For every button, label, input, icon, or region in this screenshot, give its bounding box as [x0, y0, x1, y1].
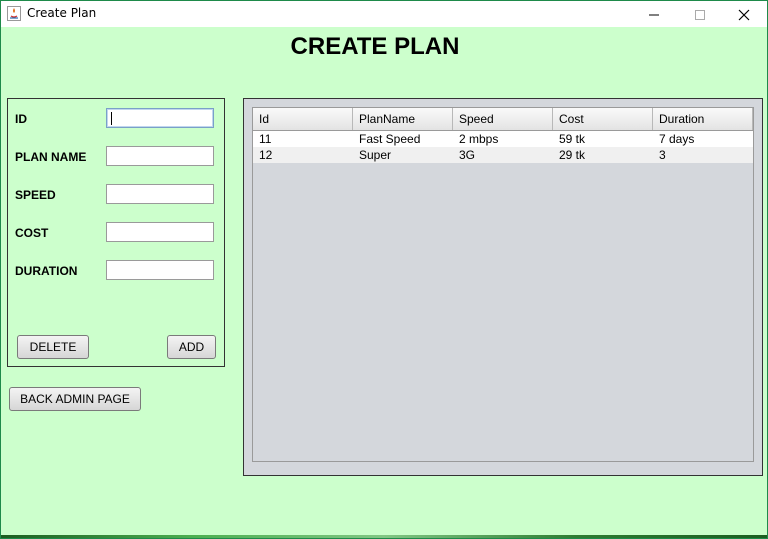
- cell-speed: 3G: [459, 148, 476, 162]
- duration-label: DURATION: [15, 264, 78, 278]
- close-icon: [738, 9, 750, 21]
- cell-cost: 29 tk: [559, 148, 586, 162]
- back-admin-page-button[interactable]: BACK ADMIN PAGE: [9, 387, 141, 411]
- table-row[interactable]: 11 Fast Speed 2 mbps 59 tk 7 days: [253, 131, 753, 147]
- column-header-planname[interactable]: PlanName: [353, 108, 453, 130]
- desktop-strip: [1, 535, 767, 538]
- cost-label: COST: [15, 226, 49, 240]
- cell-planname: Super: [359, 148, 392, 162]
- speed-label: SPEED: [15, 188, 56, 202]
- maximize-button[interactable]: [677, 1, 723, 27]
- cell-speed: 2 mbps: [459, 132, 499, 146]
- cell-id: 11: [259, 132, 272, 146]
- cost-field[interactable]: [106, 222, 214, 242]
- id-label: ID: [15, 112, 27, 126]
- maximize-icon: [695, 10, 705, 20]
- plan-form-panel: ID PLAN NAME SPEED COST DURATION DELETE: [7, 98, 225, 367]
- speed-field[interactable]: [106, 184, 214, 204]
- id-field[interactable]: [106, 108, 214, 128]
- plan-table-panel: Id PlanName Speed Cost Duration 11 Fast …: [243, 98, 763, 476]
- close-button[interactable]: [721, 1, 767, 27]
- plan-name-field[interactable]: [106, 146, 214, 166]
- cell-duration: 3: [659, 148, 666, 162]
- plan-name-label: PLAN NAME: [15, 150, 87, 164]
- text-caret: [111, 112, 112, 125]
- title-bar: Create Plan: [1, 1, 767, 27]
- delete-button[interactable]: DELETE: [17, 335, 89, 359]
- minimize-icon: [649, 14, 659, 16]
- table-header: Id PlanName Speed Cost Duration: [253, 108, 753, 131]
- column-header-id[interactable]: Id: [253, 108, 353, 130]
- page-title: CREATE PLAN: [290, 33, 460, 60]
- table-row[interactable]: 12 Super 3G 29 tk 3: [253, 147, 753, 163]
- cell-planname: Fast Speed: [359, 132, 421, 146]
- window-title: Create Plan: [27, 6, 97, 20]
- duration-field[interactable]: [106, 260, 214, 280]
- cell-duration: 7 days: [659, 132, 695, 146]
- java-app-icon: [7, 6, 21, 21]
- plan-table-scrollpane[interactable]: Id PlanName Speed Cost Duration 11 Fast …: [252, 107, 754, 462]
- column-header-speed[interactable]: Speed: [453, 108, 553, 130]
- column-header-cost[interactable]: Cost: [553, 108, 653, 130]
- minimize-button[interactable]: [631, 1, 677, 27]
- cell-id: 12: [259, 148, 273, 162]
- create-plan-window: Create Plan CREATE PLAN ID PLAN NAME SPE…: [0, 0, 768, 539]
- add-button[interactable]: ADD: [167, 335, 216, 359]
- column-header-duration[interactable]: Duration: [653, 108, 753, 130]
- content-area: CREATE PLAN ID PLAN NAME SPEED COST DURA…: [1, 27, 767, 538]
- cell-cost: 59 tk: [559, 132, 586, 146]
